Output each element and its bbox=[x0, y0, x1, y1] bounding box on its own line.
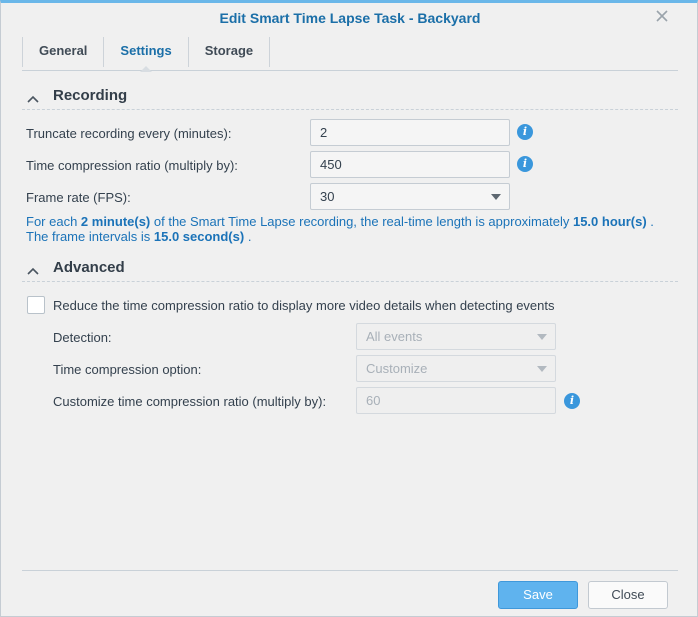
tab-settings[interactable]: Settings bbox=[104, 37, 189, 72]
tab-bar: General Settings Storage bbox=[22, 37, 678, 72]
tab-general[interactable]: General bbox=[22, 37, 105, 67]
custom-ratio-label: Customize time compression ratio (multip… bbox=[53, 394, 327, 409]
info-icon[interactable]: i bbox=[564, 393, 580, 409]
chevron-up-icon[interactable] bbox=[27, 91, 39, 106]
compression-option-value: Customize bbox=[366, 361, 428, 376]
reduce-ratio-checkbox[interactable] bbox=[27, 296, 45, 314]
recording-section-header: Recording bbox=[22, 84, 678, 110]
close-icon[interactable] bbox=[655, 9, 671, 25]
tab-storage[interactable]: Storage bbox=[189, 37, 271, 67]
save-button[interactable]: Save bbox=[498, 581, 578, 609]
compression-input[interactable]: 450 bbox=[310, 151, 510, 178]
chevron-down-icon bbox=[537, 366, 547, 372]
chevron-down-icon bbox=[537, 334, 547, 340]
tab-settings-label: Settings bbox=[120, 43, 172, 58]
info-icon[interactable]: i bbox=[517, 156, 533, 172]
compression-option-label: Time compression option: bbox=[53, 362, 202, 377]
close-button[interactable]: Close bbox=[588, 581, 668, 609]
active-tab-caret bbox=[140, 66, 153, 72]
framerate-value: 30 bbox=[320, 189, 335, 204]
footer-divider bbox=[22, 570, 678, 571]
info-icon[interactable]: i bbox=[517, 124, 533, 140]
reduce-ratio-label[interactable]: Reduce the time compression ratio to dis… bbox=[53, 298, 555, 313]
edit-task-dialog: Edit Smart Time Lapse Task - Backyard Ge… bbox=[0, 0, 698, 617]
detection-select[interactable]: All events bbox=[356, 323, 556, 350]
truncate-label: Truncate recording every (minutes): bbox=[26, 126, 232, 141]
framerate-label: Frame rate (FPS): bbox=[26, 190, 131, 205]
compression-label: Time compression ratio (multiply by): bbox=[26, 158, 238, 173]
advanced-heading: Advanced bbox=[53, 259, 125, 276]
dialog-title: Edit Smart Time Lapse Task - Backyard bbox=[219, 10, 481, 26]
custom-ratio-input[interactable]: 60 bbox=[356, 387, 556, 414]
truncate-input[interactable]: 2 bbox=[310, 119, 510, 146]
chevron-down-icon bbox=[491, 194, 501, 200]
recording-summary-note: For each 2 minute(s) of the Smart Time L… bbox=[26, 214, 654, 244]
advanced-section-header: Advanced bbox=[22, 256, 678, 282]
chevron-up-icon[interactable] bbox=[27, 263, 39, 278]
detection-label: Detection: bbox=[53, 330, 112, 345]
detection-value: All events bbox=[366, 329, 423, 344]
compression-option-select[interactable]: Customize bbox=[356, 355, 556, 382]
recording-heading: Recording bbox=[53, 87, 128, 104]
framerate-select[interactable]: 30 bbox=[310, 183, 510, 210]
